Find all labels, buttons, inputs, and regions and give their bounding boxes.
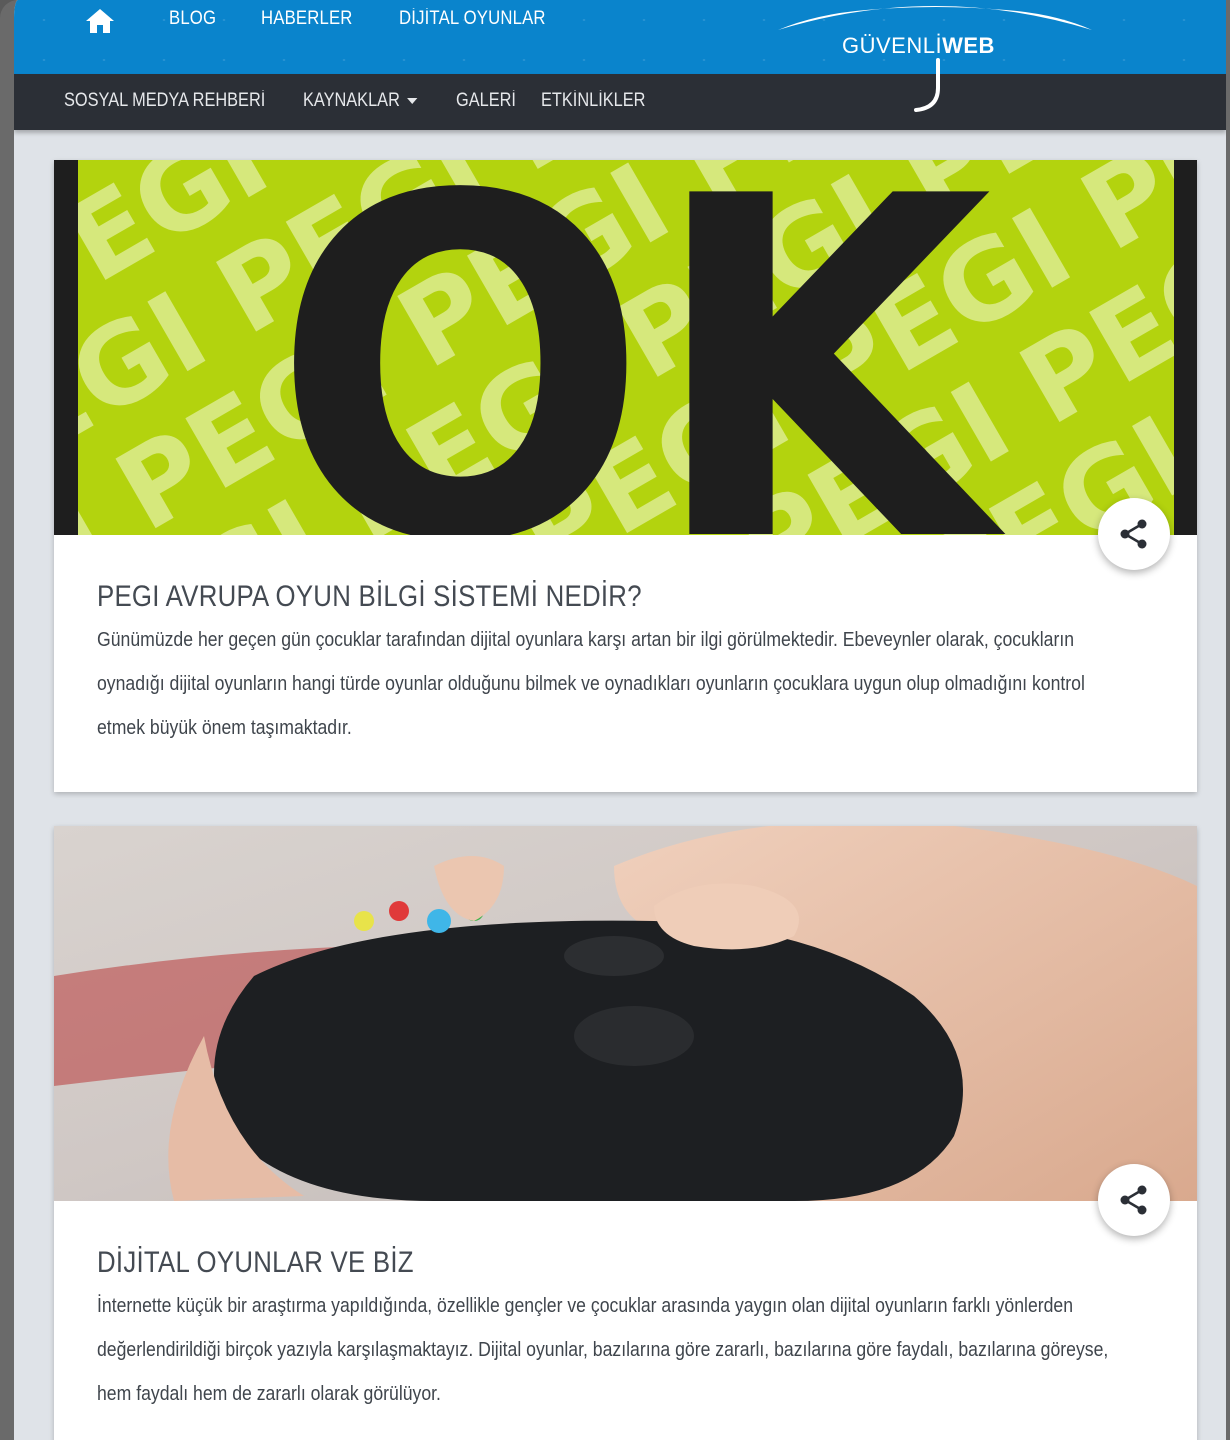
logo-wordmark: GÜVENLİWEB <box>842 33 995 59</box>
pegi-ok-text: OK <box>272 160 1009 535</box>
nav-blog-link[interactable]: BLOG <box>169 8 216 30</box>
logo-text-guvenli: GÜVENLİ <box>842 33 943 58</box>
article-title[interactable]: PEGI AVRUPA OYUN BİLGİ SİSTEMİ NEDİR? <box>97 580 642 614</box>
article-title[interactable]: DİJİTAL OYUNLAR VE BİZ <box>97 1246 414 1280</box>
pegi-ok-image[interactable]: PEGI PEGI PEGI PEGI PEGI PEGIPEGI PEGI P… <box>54 160 1197 535</box>
nav-social-media-guide[interactable]: SOSYAL MEDYA REHBERİ <box>64 90 265 112</box>
article-card-pegi: PEGI PEGI PEGI PEGI PEGI PEGIPEGI PEGI P… <box>54 160 1197 792</box>
hands-controller-photo <box>54 826 1197 1201</box>
share-icon <box>1120 1185 1147 1215</box>
nav-digital-games-link[interactable]: DİJİTAL OYUNLAR <box>399 8 546 30</box>
nav-gallery[interactable]: GALERİ <box>456 90 516 112</box>
share-icon <box>1120 519 1147 549</box>
pegi-ok-graphic: PEGI PEGI PEGI PEGI PEGI PEGIPEGI PEGI P… <box>54 160 1197 535</box>
nav-news-link[interactable]: HABERLER <box>261 8 353 30</box>
nav-resources-label: KAYNAKLAR <box>303 90 400 111</box>
share-button[interactable] <box>1098 498 1170 570</box>
article-excerpt: İnternette küçük bir araştırma yapıldığı… <box>97 1294 1109 1405</box>
chevron-down-icon <box>406 97 418 104</box>
page-frame: BLOG HABERLER DİJİTAL OYUNLAR SOSYAL MED… <box>0 0 1230 1440</box>
article-excerpt: Günümüzde her geçen gün çocuklar tarafın… <box>97 628 1085 739</box>
share-button[interactable] <box>1098 1164 1170 1236</box>
nav-resources-dropdown[interactable]: KAYNAKLAR <box>303 90 418 112</box>
controller-image[interactable] <box>54 826 1197 1201</box>
article-card-digital-games: DİJİTAL OYUNLAR VE BİZ İnternette küçük … <box>54 826 1197 1440</box>
home-icon <box>86 9 114 33</box>
nav-events[interactable]: ETKİNLİKLER <box>541 90 645 112</box>
logo-text-web: WEB <box>942 33 995 58</box>
site-logo[interactable] <box>766 0 1106 120</box>
home-button[interactable] <box>80 6 120 36</box>
umbrella-logo-icon <box>778 6 1092 112</box>
